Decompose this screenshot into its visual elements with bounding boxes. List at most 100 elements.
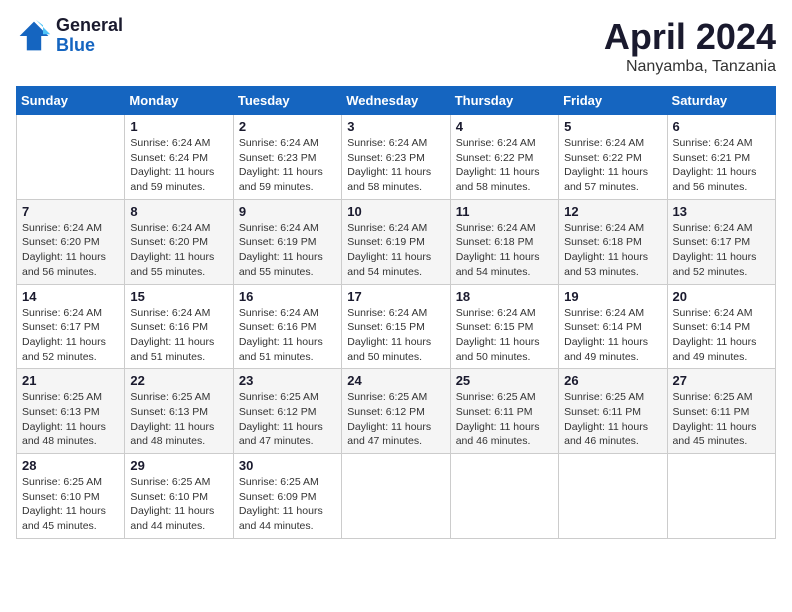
- month-title: April 2024: [604, 16, 776, 58]
- calendar-week-5: 28Sunrise: 6:25 AM Sunset: 6:10 PM Dayli…: [17, 454, 776, 539]
- calendar-cell: 2 Sunrise: 6:24 AM Sunset: 6:23 PM Daylig…: [233, 115, 341, 200]
- day-number: 16: [239, 289, 336, 304]
- day-number: 27: [673, 373, 770, 388]
- day-info: Sunrise: 6:24 AM Sunset: 6:24 PM Dayligh…: [130, 136, 227, 195]
- location-subtitle: Nanyamba, Tanzania: [604, 58, 776, 76]
- calendar-cell: 22 Sunrise: 6:25 AM Sunset: 6:13 PM Dayli…: [125, 369, 233, 454]
- calendar-cell: [17, 115, 125, 200]
- calendar-cell: 13 Sunrise: 6:24 AM Sunset: 6:17 PM Dayli…: [667, 199, 775, 284]
- day-number: 12: [564, 204, 661, 219]
- day-number: 4: [456, 119, 553, 134]
- calendar-cell: 25 Sunrise: 6:25 AM Sunset: 6:11 PM Dayli…: [450, 369, 558, 454]
- calendar-cell: 19 Sunrise: 6:24 AM Sunset: 6:14 PM Dayli…: [559, 284, 667, 369]
- day-info: Sunrise: 6:25 AM Sunset: 6:10 PM Dayligh…: [22, 475, 119, 534]
- day-info: Sunrise: 6:24 AM Sunset: 6:23 PM Dayligh…: [347, 136, 444, 195]
- weekday-header-friday: Friday: [559, 87, 667, 115]
- day-number: 17: [347, 289, 444, 304]
- weekday-header-thursday: Thursday: [450, 87, 558, 115]
- weekday-header-tuesday: Tuesday: [233, 87, 341, 115]
- day-info: Sunrise: 6:25 AM Sunset: 6:11 PM Dayligh…: [456, 390, 553, 449]
- calendar-table: SundayMondayTuesdayWednesdayThursdayFrid…: [16, 86, 776, 539]
- calendar-cell: 6Sunrise: 6:24 AM Sunset: 6:21 PM Daylig…: [667, 115, 775, 200]
- calendar-cell: [559, 454, 667, 539]
- calendar-cell: 7 Sunrise: 6:24 AM Sunset: 6:20 PM Daylig…: [17, 199, 125, 284]
- day-info: Sunrise: 6:25 AM Sunset: 6:09 PM Dayligh…: [239, 475, 336, 534]
- calendar-cell: 12 Sunrise: 6:24 AM Sunset: 6:18 PM Dayli…: [559, 199, 667, 284]
- calendar-week-3: 14 Sunrise: 6:24 AM Sunset: 6:17 PM Dayli…: [17, 284, 776, 369]
- day-number: 9: [239, 204, 336, 219]
- day-info: Sunrise: 6:24 AM Sunset: 6:17 PM Dayligh…: [22, 306, 119, 365]
- day-number: 26: [564, 373, 661, 388]
- calendar-cell: 29 Sunrise: 6:25 AM Sunset: 6:10 PM Dayli…: [125, 454, 233, 539]
- day-number: 14: [22, 289, 119, 304]
- day-info: Sunrise: 6:24 AM Sunset: 6:15 PM Dayligh…: [456, 306, 553, 365]
- day-info: Sunrise: 6:25 AM Sunset: 6:11 PM Dayligh…: [673, 390, 770, 449]
- calendar-cell: 9 Sunrise: 6:24 AM Sunset: 6:19 PM Daylig…: [233, 199, 341, 284]
- calendar-cell: 23Sunrise: 6:25 AM Sunset: 6:12 PM Dayli…: [233, 369, 341, 454]
- day-info: Sunrise: 6:24 AM Sunset: 6:16 PM Dayligh…: [239, 306, 336, 365]
- day-number: 21: [22, 373, 119, 388]
- calendar-cell: 4 Sunrise: 6:24 AM Sunset: 6:22 PM Daylig…: [450, 115, 558, 200]
- calendar-cell: 17 Sunrise: 6:24 AM Sunset: 6:15 PM Dayli…: [342, 284, 450, 369]
- day-number: 15: [130, 289, 227, 304]
- day-number: 11: [456, 204, 553, 219]
- day-info: Sunrise: 6:25 AM Sunset: 6:12 PM Dayligh…: [347, 390, 444, 449]
- day-number: 22: [130, 373, 227, 388]
- weekday-header-sunday: Sunday: [17, 87, 125, 115]
- calendar-cell: [450, 454, 558, 539]
- weekday-header-saturday: Saturday: [667, 87, 775, 115]
- day-number: 13: [673, 204, 770, 219]
- day-number: 29: [130, 458, 227, 473]
- weekday-header-monday: Monday: [125, 87, 233, 115]
- logo: General Blue: [16, 16, 123, 56]
- calendar-week-2: 7 Sunrise: 6:24 AM Sunset: 6:20 PM Daylig…: [17, 199, 776, 284]
- calendar-cell: 26 Sunrise: 6:25 AM Sunset: 6:11 PM Dayli…: [559, 369, 667, 454]
- day-number: 5: [564, 119, 661, 134]
- logo-text: General Blue: [56, 16, 123, 56]
- day-info: Sunrise: 6:25 AM Sunset: 6:10 PM Dayligh…: [130, 475, 227, 534]
- day-info: Sunrise: 6:24 AM Sunset: 6:19 PM Dayligh…: [347, 221, 444, 280]
- calendar-cell: 3 Sunrise: 6:24 AM Sunset: 6:23 PM Daylig…: [342, 115, 450, 200]
- day-info: Sunrise: 6:24 AM Sunset: 6:22 PM Dayligh…: [564, 136, 661, 195]
- page-header: General Blue April 2024 Nanyamba, Tanzan…: [16, 16, 776, 76]
- day-number: 2: [239, 119, 336, 134]
- day-number: 3: [347, 119, 444, 134]
- day-number: 7: [22, 204, 119, 219]
- day-info: Sunrise: 6:24 AM Sunset: 6:14 PM Dayligh…: [673, 306, 770, 365]
- calendar-cell: 8Sunrise: 6:24 AM Sunset: 6:20 PM Daylig…: [125, 199, 233, 284]
- day-info: Sunrise: 6:24 AM Sunset: 6:17 PM Dayligh…: [673, 221, 770, 280]
- day-info: Sunrise: 6:24 AM Sunset: 6:22 PM Dayligh…: [456, 136, 553, 195]
- weekday-header-row: SundayMondayTuesdayWednesdayThursdayFrid…: [17, 87, 776, 115]
- calendar-cell: 24Sunrise: 6:25 AM Sunset: 6:12 PM Dayli…: [342, 369, 450, 454]
- day-info: Sunrise: 6:24 AM Sunset: 6:19 PM Dayligh…: [239, 221, 336, 280]
- calendar-cell: 15Sunrise: 6:24 AM Sunset: 6:16 PM Dayli…: [125, 284, 233, 369]
- day-info: Sunrise: 6:25 AM Sunset: 6:11 PM Dayligh…: [564, 390, 661, 449]
- day-number: 20: [673, 289, 770, 304]
- calendar-cell: [342, 454, 450, 539]
- calendar-cell: 21Sunrise: 6:25 AM Sunset: 6:13 PM Dayli…: [17, 369, 125, 454]
- calendar-cell: 14 Sunrise: 6:24 AM Sunset: 6:17 PM Dayli…: [17, 284, 125, 369]
- calendar-cell: 5 Sunrise: 6:24 AM Sunset: 6:22 PM Daylig…: [559, 115, 667, 200]
- day-info: Sunrise: 6:24 AM Sunset: 6:21 PM Dayligh…: [673, 136, 770, 195]
- calendar-cell: 18Sunrise: 6:24 AM Sunset: 6:15 PM Dayli…: [450, 284, 558, 369]
- day-number: 19: [564, 289, 661, 304]
- calendar-week-1: 1Sunrise: 6:24 AM Sunset: 6:24 PM Daylig…: [17, 115, 776, 200]
- calendar-cell: 27 Sunrise: 6:25 AM Sunset: 6:11 PM Dayli…: [667, 369, 775, 454]
- day-info: Sunrise: 6:24 AM Sunset: 6:18 PM Dayligh…: [564, 221, 661, 280]
- day-info: Sunrise: 6:24 AM Sunset: 6:14 PM Dayligh…: [564, 306, 661, 365]
- day-info: Sunrise: 6:24 AM Sunset: 6:20 PM Dayligh…: [22, 221, 119, 280]
- day-number: 25: [456, 373, 553, 388]
- day-info: Sunrise: 6:24 AM Sunset: 6:15 PM Dayligh…: [347, 306, 444, 365]
- day-info: Sunrise: 6:25 AM Sunset: 6:13 PM Dayligh…: [130, 390, 227, 449]
- day-info: Sunrise: 6:24 AM Sunset: 6:18 PM Dayligh…: [456, 221, 553, 280]
- day-info: Sunrise: 6:24 AM Sunset: 6:23 PM Dayligh…: [239, 136, 336, 195]
- calendar-week-4: 21 Sunrise: 6:25 AM Sunset: 6:13 PM Dayli…: [17, 369, 776, 454]
- day-info: Sunrise: 6:24 AM Sunset: 6:20 PM Dayligh…: [130, 221, 227, 280]
- calendar-cell: 11 Sunrise: 6:24 AM Sunset: 6:18 PM Dayli…: [450, 199, 558, 284]
- calendar-cell: 1Sunrise: 6:24 AM Sunset: 6:24 PM Daylig…: [125, 115, 233, 200]
- day-info: Sunrise: 6:25 AM Sunset: 6:12 PM Dayligh…: [239, 390, 336, 449]
- day-number: 10: [347, 204, 444, 219]
- title-block: April 2024 Nanyamba, Tanzania: [604, 16, 776, 76]
- calendar-cell: 10 Sunrise: 6:24 AM Sunset: 6:19 PM Dayli…: [342, 199, 450, 284]
- day-number: 30: [239, 458, 336, 473]
